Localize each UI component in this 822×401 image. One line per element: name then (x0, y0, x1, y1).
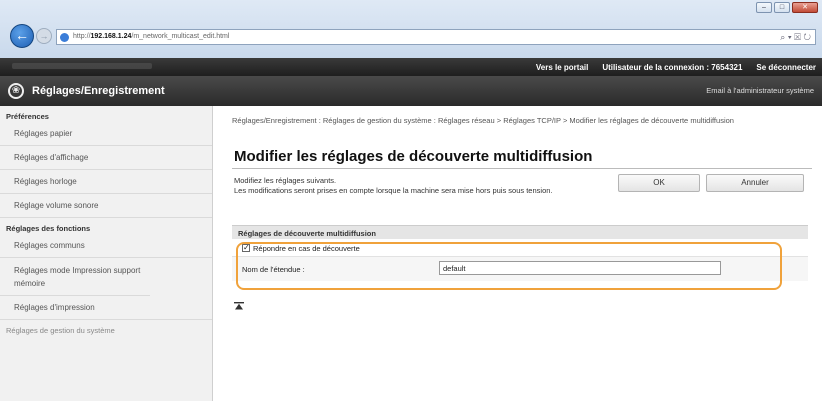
maximize-button[interactable]: □ (774, 2, 790, 13)
cancel-button[interactable]: Annuler (706, 174, 804, 192)
scroll-to-top-icon[interactable] (234, 302, 244, 310)
sidebar-item-common[interactable]: Réglages communs (0, 234, 212, 258)
sidebar-section-preferences: Préférences (6, 112, 49, 121)
sidebar-item-clock[interactable]: Réglages horloge (0, 170, 212, 194)
sidebar-section-system[interactable]: Réglages de gestion du système (0, 320, 212, 335)
highlight-frame (236, 242, 782, 290)
address-bar[interactable]: http://192.168.1.24/m_network_multicast_… (56, 29, 816, 45)
ok-button[interactable]: OK (618, 174, 700, 192)
sidebar-item-paper[interactable]: Réglages papier (0, 122, 212, 146)
breadcrumb[interactable]: Réglages/Enregistrement : Réglages de ge… (232, 116, 792, 125)
sidebar-item-print[interactable]: Réglages d'impression (0, 296, 212, 320)
settings-registration-icon: ❀ (8, 83, 24, 99)
back-button[interactable]: ← (10, 24, 34, 48)
sidebar: Préférences Réglages papier Réglages d'a… (0, 106, 213, 401)
header-bar: ❀ Réglages/Enregistrement Email à l'admi… (0, 76, 822, 106)
forward-button[interactable]: → (36, 28, 52, 44)
browser-chrome: – □ ✕ ← → http://192.168.1.24/m_network_… (0, 0, 822, 58)
admin-email-link[interactable]: Email à l'administrateur système (706, 86, 814, 95)
section-header: Réglages de découverte multidiffusion (232, 225, 808, 239)
description: Modifiez les réglages suivants. Les modi… (234, 176, 553, 195)
portal-link[interactable]: Vers le portail (536, 63, 588, 72)
logout-link[interactable]: Se déconnecter (756, 63, 816, 72)
sidebar-section-functions: Réglages des fonctions (6, 224, 91, 233)
address-url[interactable]: http://192.168.1.24/m_network_multicast_… (73, 33, 229, 40)
login-user: Utilisateur de la connexion : 7654321 (602, 63, 743, 72)
page-title: Modifier les réglages de découverte mult… (234, 148, 593, 165)
title-divider (232, 168, 812, 169)
address-tools[interactable]: ⌕ ▾ ☒ ↻ (780, 32, 811, 43)
header-title: Réglages/Enregistrement (32, 85, 165, 97)
sidebar-item-volume[interactable]: Réglage volume sonore (0, 194, 212, 218)
sidebar-item-display[interactable]: Réglages d'affichage (0, 146, 212, 170)
window-controls: – □ ✕ (756, 2, 818, 13)
ie-page-icon (60, 33, 69, 42)
device-name-blurred (12, 63, 152, 69)
close-window-button[interactable]: ✕ (792, 2, 818, 13)
minimize-button[interactable]: – (756, 2, 772, 13)
main-content: Réglages/Enregistrement : Réglages de ge… (226, 106, 816, 401)
sidebar-item-memory-print[interactable]: Réglages mode Impression support mémoire (0, 258, 150, 296)
top-bar: Vers le portail Utilisateur de la connex… (0, 58, 822, 76)
